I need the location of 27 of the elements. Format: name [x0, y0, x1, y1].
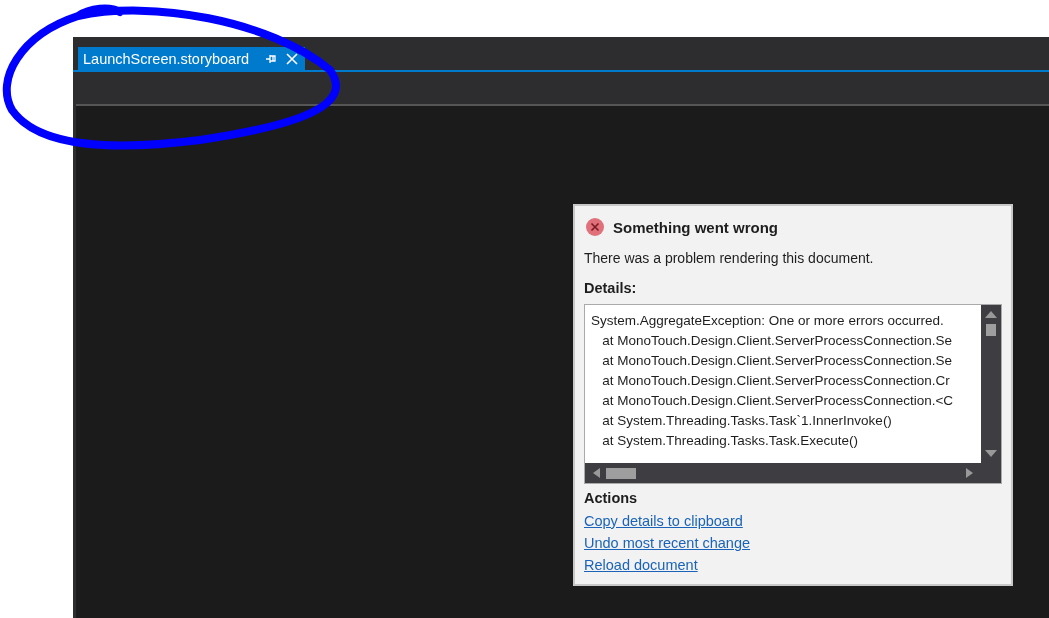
scroll-up-arrow-icon[interactable] [985, 311, 997, 318]
error-message: There was a problem rendering this document. [584, 250, 875, 268]
stack-trace-line: at MonoTouch.Design.Client.ServerProcessConnection.<C [601, 392, 955, 410]
stack-trace-line: at MonoTouch.Design.Client.ServerProcessConnection.Se [601, 332, 953, 350]
stack-trace-line: at MonoTouch.Design.Client.ServerProcessConnection.Se [601, 352, 953, 370]
vertical-scrollbar[interactable] [981, 305, 1001, 463]
horizontal-scrollbar[interactable] [585, 463, 981, 483]
scroll-left-arrow-icon[interactable] [593, 468, 600, 478]
close-icon[interactable] [286, 52, 299, 65]
tab-label[interactable]: LaunchScreen.storyboard [83, 50, 250, 67]
scroll-right-arrow-icon[interactable] [966, 468, 973, 478]
action-link[interactable]: Undo most recent change [584, 535, 751, 551]
pin-icon[interactable] [265, 52, 277, 65]
scroll-thumb[interactable] [606, 467, 636, 479]
stack-trace-line: at System.Threading.Tasks.Task`1.InnerInvoke() [601, 412, 893, 430]
error-icon [586, 218, 604, 236]
stack-trace-line: at MonoTouch.Design.Client.ServerProcessConnection.Cr [601, 372, 951, 390]
stack-trace-line: at System.Threading.Tasks.Task.Execute() [601, 432, 860, 450]
stack-trace-line: System.AggregateException: One or more errors occurred. [591, 312, 945, 330]
document-tab[interactable]: LaunchScreen.storyboard [78, 47, 306, 70]
action-link[interactable]: Reload document [584, 557, 698, 573]
actions-label: Actions [584, 490, 639, 508]
error-title: Something went wrong [613, 218, 778, 236]
scroll-thumb[interactable] [986, 324, 996, 336]
action-link[interactable]: Copy details to clipboard [584, 513, 743, 529]
scroll-down-arrow-icon[interactable] [985, 450, 997, 457]
details-label: Details: [584, 280, 638, 298]
